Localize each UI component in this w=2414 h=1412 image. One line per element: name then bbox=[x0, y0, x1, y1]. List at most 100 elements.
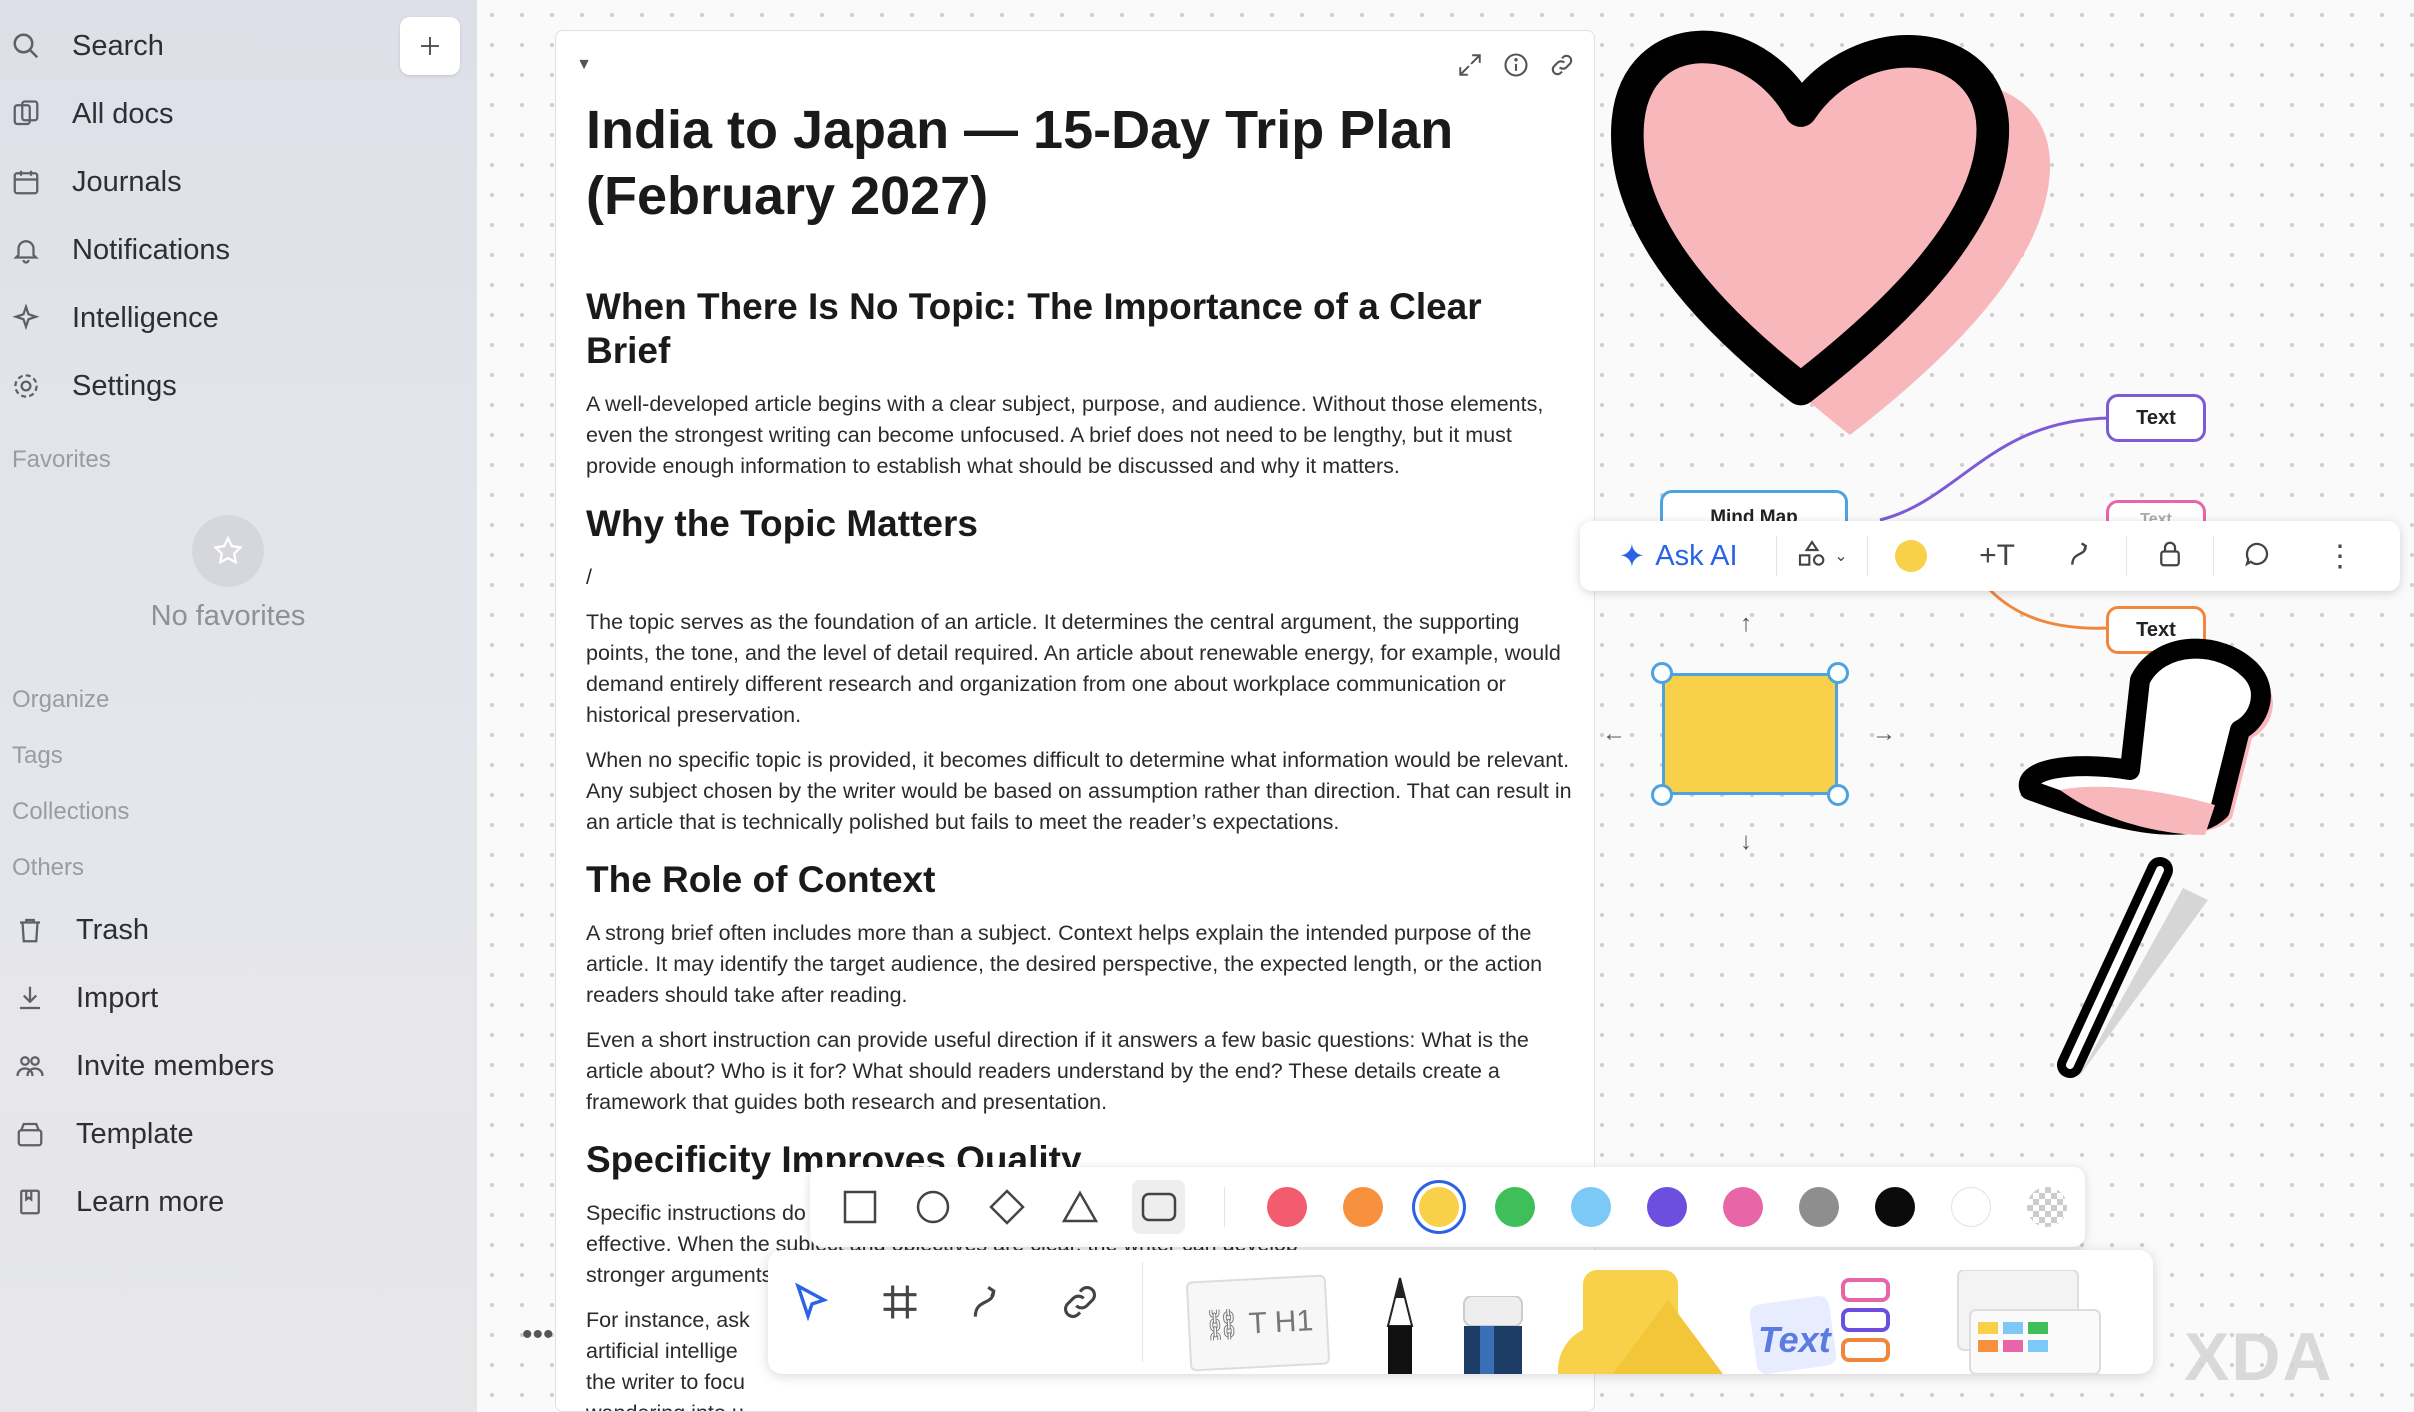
ask-ai-button[interactable]: ✦ Ask AI bbox=[1580, 521, 1776, 591]
sidebar-item-all-docs[interactable]: All docs bbox=[8, 84, 174, 144]
rectangle-shape-option[interactable] bbox=[838, 1185, 882, 1229]
calendar-icon bbox=[8, 164, 44, 200]
pointer-icon bbox=[788, 1282, 836, 1332]
color-swatch[interactable] bbox=[1799, 1187, 1840, 1227]
add-text-button[interactable]: +T bbox=[1954, 521, 2040, 591]
frame-tool-button[interactable] bbox=[878, 1280, 938, 1340]
others-header[interactable]: Others bbox=[12, 854, 84, 882]
paragraph[interactable]: The topic serves as the foundation of an… bbox=[586, 607, 1576, 731]
more-options-button[interactable]: ⋮ bbox=[2300, 521, 2380, 591]
shapes-icon bbox=[1558, 1270, 1723, 1374]
diamond-shape-option[interactable] bbox=[985, 1185, 1029, 1229]
section-heading[interactable]: When There Is No Topic: The Importance o… bbox=[586, 285, 1576, 373]
lock-button[interactable] bbox=[2127, 521, 2213, 591]
arrow-down-icon[interactable]: ↓ bbox=[1740, 828, 1752, 856]
text-tool-card[interactable]: ⛓ T H1 bbox=[1185, 1274, 1331, 1372]
color-swatch[interactable] bbox=[1571, 1187, 1612, 1227]
element-format-toolbar: ✦ Ask AI ⌄ +T ⋮ bbox=[1580, 521, 2400, 591]
more-dots-icon[interactable]: ••• bbox=[522, 1318, 554, 1352]
favorites-empty-icon bbox=[192, 515, 264, 587]
favorites-header[interactable]: Favorites bbox=[12, 446, 111, 474]
pen-tool-button[interactable] bbox=[1380, 1276, 1420, 1374]
link-tool-button[interactable] bbox=[1058, 1280, 1118, 1340]
color-swatch[interactable] bbox=[1647, 1187, 1688, 1227]
link-icon bbox=[1058, 1286, 1102, 1328]
expand-icon[interactable] bbox=[1454, 49, 1486, 81]
template-icon bbox=[12, 1116, 48, 1152]
text-format-icon: ⛓ T H1 bbox=[1202, 1303, 1314, 1343]
doc-title[interactable]: India to Japan — 15-Day Trip Plan (Febru… bbox=[586, 97, 1576, 229]
ellipse-shape-option[interactable] bbox=[912, 1185, 956, 1229]
color-swatch[interactable] bbox=[1495, 1187, 1536, 1227]
sidebar-item-invite-members[interactable]: Invite members bbox=[12, 1036, 274, 1096]
paragraph[interactable]: A well-developed article begins with a c… bbox=[586, 389, 1576, 482]
resize-handle[interactable] bbox=[1827, 784, 1849, 806]
section-heading[interactable]: Why the Topic Matters bbox=[586, 502, 1576, 546]
sidebar-item-search[interactable]: Search bbox=[8, 16, 164, 76]
collapse-caret-icon[interactable]: ▼ bbox=[568, 49, 600, 81]
text-plus-icon: +T bbox=[1979, 539, 2015, 572]
color-swatch[interactable] bbox=[1419, 1187, 1460, 1227]
heart-sticker[interactable] bbox=[1590, 15, 2080, 435]
triangle-shape-option[interactable] bbox=[1059, 1185, 1103, 1229]
selected-rectangle-shape[interactable] bbox=[1662, 673, 1838, 795]
sidebar-item-label: Template bbox=[76, 1117, 194, 1150]
sidebar-item-label: Trash bbox=[76, 913, 150, 946]
paragraph[interactable]: / bbox=[586, 562, 1576, 593]
link-icon[interactable] bbox=[1546, 49, 1578, 81]
docs-icon bbox=[8, 96, 44, 132]
connector-button[interactable] bbox=[2040, 521, 2126, 591]
color-swatch[interactable] bbox=[1343, 1187, 1384, 1227]
sidebar-item-trash[interactable]: Trash bbox=[12, 900, 149, 960]
color-swatch[interactable] bbox=[1951, 1187, 1992, 1227]
shape-tool-button[interactable] bbox=[1558, 1270, 1738, 1374]
sidebar-item-learn-more[interactable]: Learn more bbox=[12, 1172, 224, 1232]
paragraph[interactable]: When no specific topic is provided, it b… bbox=[586, 745, 1576, 838]
transparent-color-swatch[interactable] bbox=[2027, 1187, 2068, 1227]
color-swatches bbox=[1249, 1187, 2009, 1227]
arrow-right-icon[interactable]: → bbox=[1872, 720, 1896, 748]
template-tool-button[interactable] bbox=[1948, 1269, 2108, 1374]
mindmap-tool-button[interactable]: Text bbox=[1748, 1270, 1898, 1374]
fill-color-button[interactable] bbox=[1868, 521, 1954, 591]
divider bbox=[1142, 1262, 1143, 1362]
sidebar-item-journals[interactable]: Journals bbox=[8, 152, 182, 212]
arrow-up-icon[interactable]: ↑ bbox=[1740, 610, 1752, 638]
sidebar-item-import[interactable]: Import bbox=[12, 968, 158, 1028]
section-heading[interactable]: The Role of Context bbox=[586, 858, 1576, 902]
color-swatch[interactable] bbox=[1267, 1187, 1308, 1227]
color-swatch[interactable] bbox=[1723, 1187, 1764, 1227]
paragraph[interactable]: Even a short instruction can provide use… bbox=[586, 1025, 1576, 1118]
gear-icon bbox=[8, 368, 44, 404]
sidebar-item-notifications[interactable]: Notifications bbox=[8, 220, 230, 280]
mindmap-node-text-1[interactable]: Text bbox=[2106, 394, 2206, 442]
organize-header[interactable]: Organize bbox=[12, 686, 109, 714]
select-tool-button[interactable] bbox=[788, 1280, 848, 1340]
pushpin-sticker[interactable] bbox=[1990, 620, 2320, 1090]
new-doc-button[interactable] bbox=[400, 17, 460, 75]
resize-handle[interactable] bbox=[1651, 784, 1673, 806]
connector-icon bbox=[2067, 538, 2099, 575]
doc-card-header: ▼ bbox=[556, 31, 1594, 91]
arrow-left-icon[interactable]: ← bbox=[1602, 720, 1626, 748]
book-icon bbox=[12, 1184, 48, 1220]
resize-handle[interactable] bbox=[1827, 662, 1849, 684]
paragraph[interactable]: A strong brief often includes more than … bbox=[586, 918, 1576, 1011]
connector-icon bbox=[968, 1286, 1012, 1328]
comment-button[interactable] bbox=[2214, 521, 2300, 591]
tags-header[interactable]: Tags bbox=[12, 742, 63, 770]
templates-icon bbox=[1957, 1269, 2101, 1374]
color-swatch[interactable] bbox=[1875, 1187, 1916, 1227]
connector-tool-button[interactable] bbox=[968, 1280, 1028, 1340]
sidebar-item-intelligence[interactable]: Intelligence bbox=[8, 288, 219, 348]
sidebar-item-label: All docs bbox=[72, 97, 174, 130]
sidebar-item-settings[interactable]: Settings bbox=[8, 356, 177, 416]
eraser-tool-button[interactable] bbox=[1458, 1295, 1528, 1374]
shape-type-dropdown[interactable]: ⌄ bbox=[1777, 521, 1867, 591]
info-icon[interactable] bbox=[1500, 49, 1532, 81]
paragraph[interactable]: For instance, ask artificial intellige t… bbox=[586, 1305, 761, 1411]
collections-header[interactable]: Collections bbox=[12, 798, 129, 826]
rounded-rect-shape-option[interactable] bbox=[1132, 1180, 1186, 1234]
resize-handle[interactable] bbox=[1651, 662, 1673, 684]
sidebar-item-template[interactable]: Template bbox=[12, 1104, 194, 1164]
